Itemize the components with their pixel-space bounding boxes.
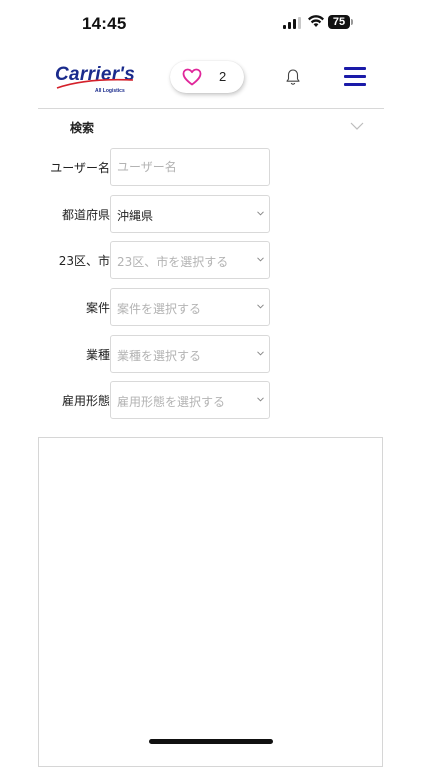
chevron-down-icon: [257, 257, 264, 262]
menu-bar: [344, 67, 366, 70]
chevron-down-icon: [257, 211, 264, 216]
project-label: 案件: [85, 301, 110, 315]
signal-icon: [283, 17, 301, 29]
city-label: 23区、市: [58, 254, 110, 268]
industry-placeholder: 業種を選択する: [117, 349, 202, 363]
results-panel: [38, 437, 383, 767]
battery-tip: [351, 19, 353, 25]
home-indicator[interactable]: [149, 739, 273, 744]
project-row: 案件 案件を選択する: [38, 288, 384, 326]
project-placeholder: 案件を選択する: [117, 302, 202, 316]
city-placeholder: 23区、市を選択する: [117, 255, 229, 269]
chevron-down-icon: [257, 351, 264, 356]
menu-bar: [344, 75, 366, 78]
prefecture-row: 都道府県 沖縄県: [38, 195, 384, 233]
prefecture-selected-value: 沖縄県: [117, 209, 154, 223]
project-select[interactable]: 案件を選択する: [110, 288, 270, 326]
employment-type-row: 雇用形態 雇用形態を選択する: [38, 381, 384, 419]
employment-type-placeholder: 雇用形態を選択する: [117, 395, 226, 409]
city-row: 23区、市 23区、市を選択する: [38, 241, 384, 279]
username-row: ユーザー名: [38, 148, 384, 186]
favorites-button[interactable]: 2: [170, 61, 244, 93]
status-bar: 14:45 75: [0, 0, 422, 50]
employment-type-label: 雇用形態: [61, 394, 110, 408]
logo[interactable]: Carrier's All Logistics: [55, 64, 135, 98]
industry-row: 業種 業種を選択する: [38, 335, 384, 373]
chevron-down-icon[interactable]: [350, 122, 364, 130]
battery-icon: 75: [328, 15, 350, 29]
header-divider: [38, 108, 384, 109]
menu-bar: [344, 83, 366, 86]
search-title[interactable]: 検索: [70, 119, 94, 136]
employment-type-select[interactable]: 雇用形態を選択する: [110, 381, 270, 419]
industry-select[interactable]: 業種を選択する: [110, 335, 270, 373]
chevron-down-icon: [257, 397, 264, 402]
status-time: 14:45: [82, 14, 127, 33]
industry-label: 業種: [85, 348, 110, 362]
chevron-down-icon: [257, 304, 264, 309]
prefecture-select[interactable]: 沖縄県: [110, 195, 270, 233]
menu-icon[interactable]: [344, 67, 366, 87]
wifi-icon: [308, 15, 324, 27]
logo-subtext: All Logistics: [95, 88, 125, 94]
favorites-count: 2: [219, 69, 227, 84]
city-select[interactable]: 23区、市を選択する: [110, 241, 270, 279]
username-input[interactable]: [110, 148, 270, 186]
heart-icon: [182, 68, 202, 86]
username-label: ユーザー名: [50, 161, 110, 175]
prefecture-label: 都道府県: [61, 208, 110, 222]
app-header: Carrier's All Logistics 2: [0, 50, 422, 108]
bell-icon[interactable]: [285, 68, 301, 86]
